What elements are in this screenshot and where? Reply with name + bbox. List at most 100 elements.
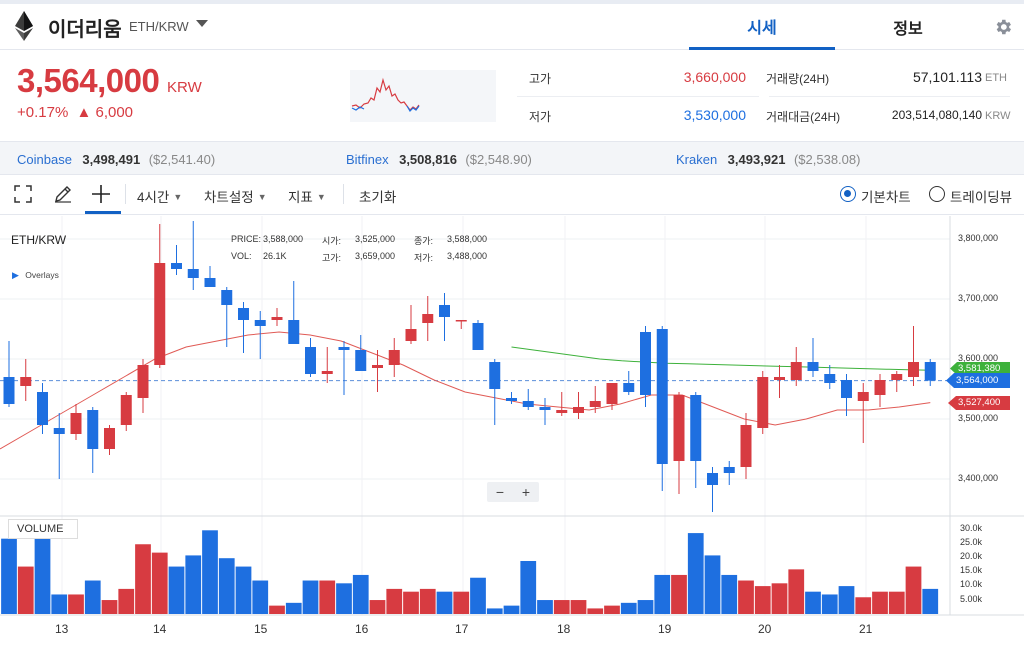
candle [740,413,752,479]
candle-body [924,362,936,381]
candle [824,365,836,389]
candle-body [757,377,769,428]
volume-bar [922,588,939,614]
y-tick: 3,800,000 [958,233,999,243]
volume-bar [671,574,687,614]
candle-body [841,380,852,398]
candle [891,371,903,392]
candle [288,281,300,344]
candle-body [723,467,735,473]
vol-tick: 15.0k [960,565,983,575]
volume-bar [704,555,721,614]
volume-bar [486,608,503,614]
gear-icon[interactable] [993,17,1013,37]
candle [924,359,936,386]
info-price-label: PRICE: [231,234,262,244]
volume-unit: ETH [985,72,1007,84]
reset-button[interactable]: 초기화 [359,186,396,206]
candle-body [606,383,618,404]
candle [522,389,534,410]
crosshair-icon[interactable] [91,184,111,204]
candle [405,305,417,344]
x-tick: 16 [355,622,369,636]
candle [874,374,886,407]
candle-body [3,377,15,404]
volume-bar [252,580,269,614]
mini-sparkline [350,70,496,122]
x-tick: 18 [557,622,571,636]
candle-body [455,320,467,322]
zoom-out-button[interactable]: − [487,482,513,502]
tab-price[interactable]: 시세 [689,4,835,50]
candlestick-chart[interactable] [0,216,1024,645]
tradingview-radio[interactable] [929,186,945,202]
volume-bars [1,530,939,614]
candle [640,326,651,407]
candle-body [573,407,584,413]
volume-bar [168,566,185,614]
candle-body [305,347,316,374]
candle [589,386,601,413]
candle-body [673,395,685,461]
amount-unit: KRW [985,110,1011,122]
candle-body [690,395,702,461]
candle-body [171,263,182,269]
volume-bar [218,558,235,614]
candle [254,311,266,359]
volume-bar [336,583,352,614]
basic-chart-label[interactable]: 기본차트 [861,186,911,206]
candle-body [539,407,551,410]
candle-body [506,398,517,401]
zoom-in-button[interactable]: + [513,482,539,502]
candle-body [556,410,568,413]
basic-chart-radio[interactable] [840,186,856,202]
chart-settings-menu[interactable]: 차트설정 ▼ [204,186,267,206]
change-amount: ▲ 6,000 [76,104,134,121]
volume-bar [855,597,872,614]
indicators-menu[interactable]: 지표 ▼ [288,186,326,206]
tab-info[interactable]: 정보 [835,4,981,50]
volume-bar [352,574,369,614]
candle-body [53,428,65,434]
x-tick: 21 [859,622,873,636]
candle [154,224,166,368]
fullscreen-icon[interactable] [14,185,32,203]
tradingview-label[interactable]: 트레이딩뷰 [950,186,1012,206]
candle [355,335,367,371]
ma-short-marker: 3,527,400 [948,396,1010,410]
volume-bar [553,600,570,614]
candle-body [338,347,350,350]
candle-body [355,350,367,371]
candle-body [824,374,836,383]
volume-bar [235,566,252,614]
candle [120,392,132,431]
volume-bar [620,602,637,614]
candle-body [807,362,819,371]
current-price: 3,564,000 [17,62,160,99]
x-tick: 19 [658,622,672,636]
volume-bar [721,574,738,614]
info-open: 3,525,000 [355,234,396,244]
candle-body [288,320,300,344]
info-vol: 26.1K [263,251,287,261]
volume-label: 거래량(24H) [766,72,830,86]
candle-body [422,314,434,323]
candle [723,461,735,485]
volume-bar [68,594,84,614]
overlays-toggle[interactable]: ▶ Overlays [12,270,59,281]
candle [321,347,333,383]
candle [707,467,718,512]
candle-body [87,410,99,449]
candle [87,407,99,473]
pencil-icon[interactable] [53,184,73,204]
coin-select-chevron-down-icon[interactable] [196,20,208,27]
exchange-bitfinex: Bitfinex 3,508,816 ($2,548.90) [346,152,532,167]
candle [807,338,819,377]
price-unit: KRW [167,79,202,96]
candle-body [70,413,82,434]
interval-select[interactable]: 4시간 ▼ [137,186,182,206]
candle [908,326,919,386]
toolbar-separator [343,184,344,204]
info-vol-label: VOL: [231,251,252,261]
stat-divider [517,96,759,97]
